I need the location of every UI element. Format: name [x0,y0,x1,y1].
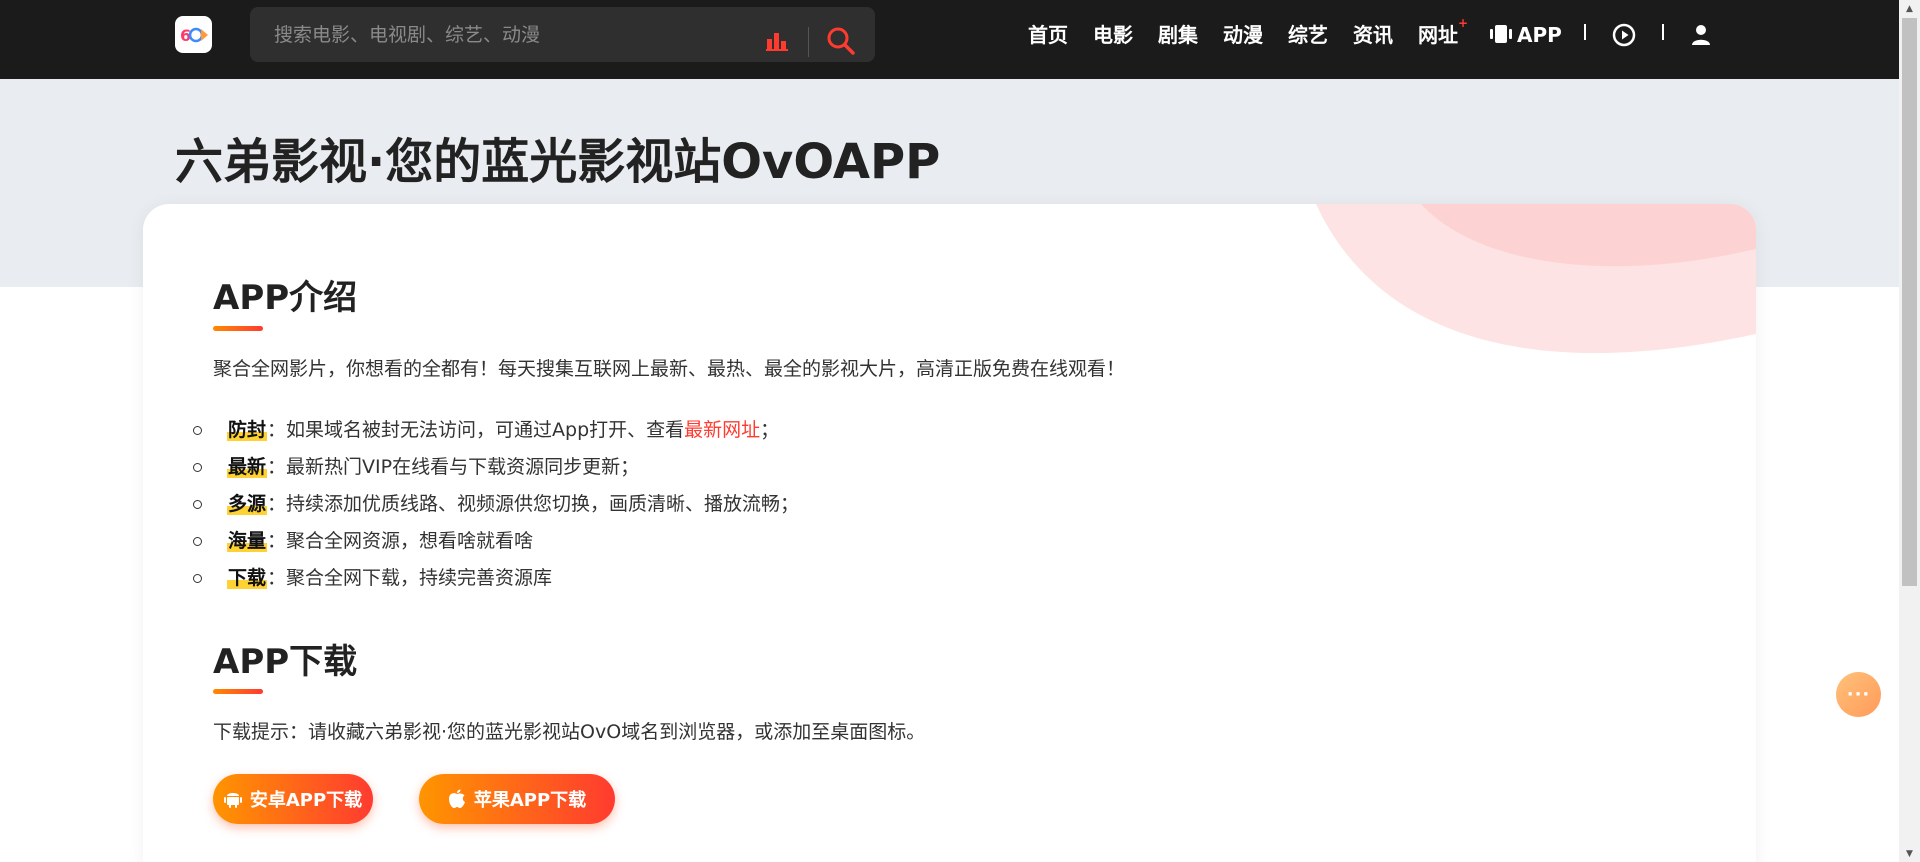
scroll-up-icon[interactable]: ▲ [1899,0,1920,17]
apple-icon [448,789,465,808]
android-download-button[interactable]: 安卓APP下载 [213,774,373,824]
feature-tag: 多源 [227,493,268,515]
search-divider [808,27,809,57]
bullet-icon [193,574,202,583]
search-icon[interactable] [826,26,856,56]
nav-new-badge: + [1458,16,1469,30]
nav-movies[interactable]: 电影 [1093,20,1133,50]
list-item: 多源：持续添加优质线路、视频源供您切换，画质清晰、播放流畅； [193,486,799,523]
ios-download-label: 苹果APP下载 [473,790,587,811]
nav-series[interactable]: 剧集 [1158,20,1198,50]
nav-news[interactable]: 资讯 [1353,20,1393,50]
feature-text: ：聚合全网资源，想看啥就看啥 [267,530,534,552]
nav-home[interactable]: 首页 [1028,20,1068,50]
ios-download-button[interactable]: 苹果APP下载 [419,774,615,824]
feature-text: ：聚合全网下载，持续完善资源库 [267,567,553,589]
scrollbar-thumb[interactable] [1902,18,1917,586]
search-box [250,7,875,62]
feature-list: 防封：如果域名被封无法访问，可通过App打开、查看最新网址； 最新：最新热门VI… [193,412,799,597]
feature-text: ：如果域名被封无法访问，可通过App打开、查看 [267,419,685,441]
feature-text: ：最新热门VIP在线看与下载资源同步更新； [267,456,640,478]
intro-description: 聚合全网影片，你想看的全都有！每天搜集互联网上最新、最热、最全的影视大片，高清正… [213,358,1126,380]
feature-text-end: ； [760,419,780,441]
bullet-icon [193,537,202,546]
download-heading-underline [213,689,263,694]
download-tip: 下载提示：请收藏六弟影视·您的蓝光影视站OvO域名到浏览器，或添加至桌面图标。 [213,721,926,743]
play-history-icon[interactable] [1612,23,1636,51]
nav-anime[interactable]: 动漫 [1223,20,1263,50]
site-logo[interactable]: 6 [175,16,212,53]
decorative-swoosh [1316,204,1756,354]
intro-heading: APP介绍 [213,278,358,318]
android-download-label: 安卓APP下载 [249,790,363,811]
top-navigation-bar: 6 首页 电影 剧集 动漫 综艺 资讯 网址 [0,0,1899,79]
feature-tag: 防封 [227,419,268,441]
list-item: 防封：如果域名被封无法访问，可通过App打开、查看最新网址； [193,412,799,449]
list-item: 最新：最新热门VIP在线看与下载资源同步更新； [193,449,799,486]
page-title: 六弟影视·您的蓝光影视站OvOAPP [175,134,941,190]
android-icon [223,793,242,808]
nav-variety[interactable]: 综艺 [1288,20,1328,50]
scroll-down-icon[interactable]: ▼ [1899,845,1920,862]
feature-text: ：持续添加优质线路、视频源供您切换，画质清晰、播放流畅； [267,493,800,515]
feature-tag: 最新 [227,456,268,478]
nav-separator [1662,24,1664,40]
bullet-icon [193,426,202,435]
hot-ranking-icon[interactable] [766,31,788,55]
list-item: 下载：聚合全网下载，持续完善资源库 [193,560,799,597]
bullet-icon [193,463,202,472]
bullet-icon [193,500,202,509]
nav-app[interactable]: APP [1517,20,1562,50]
search-input[interactable] [274,7,754,62]
latest-urls-link[interactable]: 最新网址 [684,419,760,441]
nav-separator [1584,24,1586,40]
user-icon[interactable] [1691,24,1711,50]
logo-icon: 6 [180,26,208,45]
phone-icon [1490,24,1512,48]
download-heading: APP下载 [213,642,358,682]
intro-heading-underline [213,326,263,331]
feature-tag: 海量 [227,530,268,552]
vertical-scrollbar[interactable]: ▲ ▼ [1899,0,1920,862]
more-options-button[interactable]: ··· [1836,672,1881,717]
content-card: APP介绍 聚合全网影片，你想看的全都有！每天搜集互联网上最新、最热、最全的影视… [143,204,1756,862]
nav-urls[interactable]: 网址 [1418,20,1458,50]
feature-tag: 下载 [227,567,268,589]
list-item: 海量：聚合全网资源，想看啥就看啥 [193,523,799,560]
